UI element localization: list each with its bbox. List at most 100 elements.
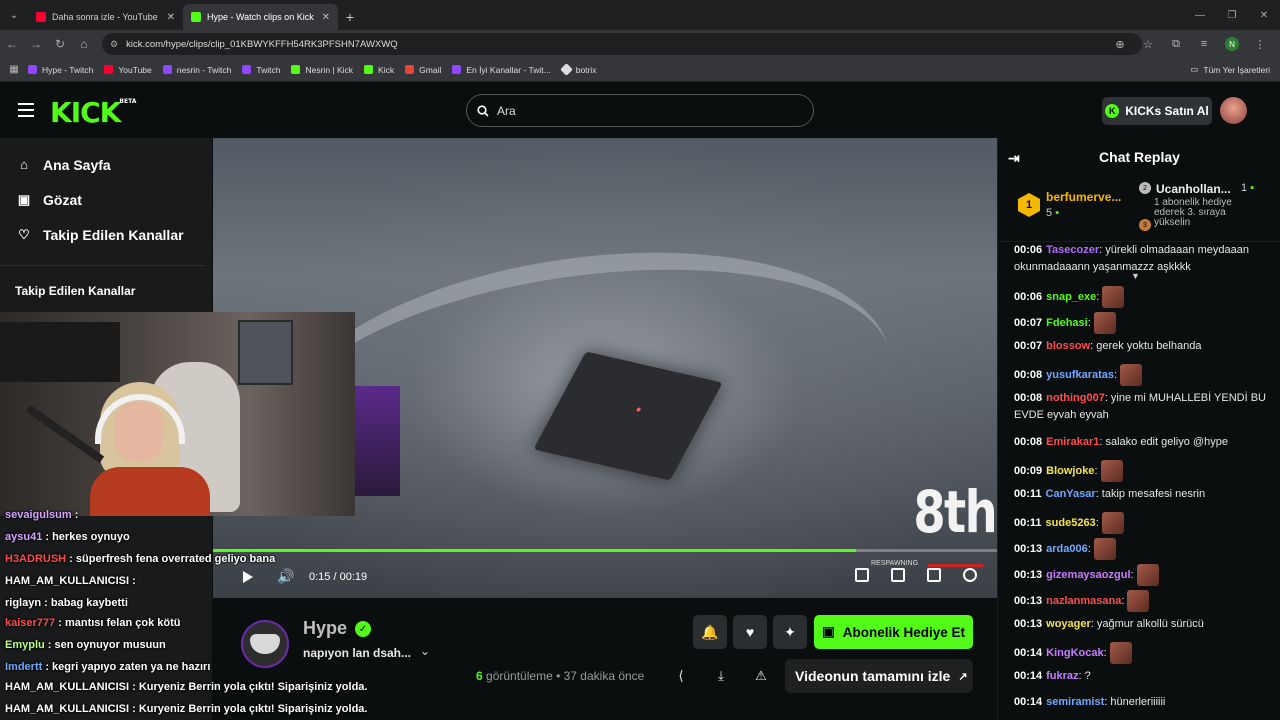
- close-tab-icon[interactable]: ✕: [167, 12, 175, 23]
- chat-username[interactable]: CanYasar: [1046, 488, 1096, 500]
- extensions-icon[interactable]: ⧉: [1164, 32, 1188, 56]
- media-icon[interactable]: ≡: [1192, 32, 1216, 56]
- overlay-chat-line: Emyplu : sen oynuyor musuun: [5, 638, 166, 652]
- chat-username[interactable]: semiramist: [1046, 696, 1104, 708]
- report-icon[interactable]: ⚠: [750, 665, 772, 687]
- tab-search-icon[interactable]: ⌄: [0, 0, 28, 30]
- chat-username[interactable]: sude5263: [1046, 517, 1096, 529]
- close-window-icon[interactable]: ✕: [1248, 0, 1280, 30]
- leader-1-name[interactable]: berfumerve...: [1046, 190, 1121, 204]
- chat-username[interactable]: yusufkaratas: [1046, 369, 1114, 381]
- back-icon[interactable]: ←: [0, 32, 24, 56]
- heart-follow-icon[interactable]: ♥: [733, 615, 767, 649]
- settings-icon[interactable]: [963, 568, 977, 582]
- chat-message: 00:14 fukraz: ?: [1014, 668, 1266, 685]
- rank-3-badge-icon: 3: [1139, 219, 1151, 231]
- chat-username[interactable]: gizemaysaozgul: [1046, 569, 1130, 581]
- kicks-coin-icon: K: [1105, 104, 1120, 118]
- search-input[interactable]: [497, 103, 652, 118]
- zoom-icon[interactable]: ⊕: [1108, 32, 1132, 56]
- home-browser-icon[interactable]: ⌂: [72, 32, 96, 56]
- chat-text: : ?: [1078, 670, 1091, 682]
- watch-full-video-button[interactable]: Videonun tamamını izle ↗: [785, 659, 973, 693]
- bookmark-item[interactable]: Gmail: [405, 65, 441, 75]
- all-bookmarks[interactable]: ▭ Tüm Yer İşaretleri: [1190, 64, 1270, 75]
- pip-icon[interactable]: [855, 568, 869, 582]
- overlay-chat-text: :: [129, 575, 136, 587]
- chat-message: 00:07 blossow: gerek yoktu belhanda: [1014, 338, 1266, 355]
- buy-kicks-button[interactable]: K KICKs Satın Al: [1102, 97, 1212, 125]
- chat-timestamp: 00:08: [1014, 392, 1043, 404]
- chat-username[interactable]: snap_exe: [1046, 291, 1096, 303]
- bookmark-item[interactable]: Twitch: [242, 65, 280, 75]
- theater-mode-icon[interactable]: [891, 568, 905, 582]
- clip-title: napıyon lan dsah...: [303, 646, 412, 660]
- buy-kicks-label: KICKs Satın Al: [1125, 104, 1209, 118]
- nav-following[interactable]: ♡ Takip Edilen Kanallar: [0, 217, 212, 252]
- collapse-chat-icon[interactable]: ⇥: [1008, 150, 1024, 167]
- chat-username[interactable]: arda006: [1046, 543, 1088, 555]
- bookmark-item[interactable]: YouTube: [104, 65, 152, 75]
- share-icon[interactable]: ⟨: [670, 665, 692, 687]
- bookmark-star-icon[interactable]: ☆: [1136, 32, 1160, 56]
- nav-home[interactable]: ⌂ Ana Sayfa: [0, 147, 212, 182]
- bookmark-item[interactable]: Hype - Twitch: [28, 65, 93, 75]
- tab-kick[interactable]: Hype - Watch clips on Kick ✕: [183, 4, 338, 30]
- profile-avatar[interactable]: N: [1225, 37, 1239, 51]
- maximize-icon[interactable]: ❐: [1216, 0, 1248, 30]
- overlay-chat-user: HAM_AM_KULLANICISI: [5, 681, 130, 693]
- forward-icon[interactable]: →: [24, 32, 48, 56]
- minimize-icon[interactable]: —: [1184, 0, 1216, 30]
- chat-timestamp: 00:08: [1014, 368, 1043, 381]
- chat-username[interactable]: nazlanmasana: [1046, 595, 1121, 607]
- bookmark-item[interactable]: En İyi Kanallar - Twit...: [452, 65, 551, 75]
- search-bar[interactable]: [466, 94, 814, 127]
- chat-username[interactable]: nothing007: [1046, 392, 1105, 404]
- gift-subscription-button[interactable]: ▣ Abonelik Hediye Et: [814, 615, 973, 649]
- leader-2-name[interactable]: Ucanhollan...: [1156, 182, 1231, 196]
- channel-avatar[interactable]: [241, 620, 289, 668]
- nav-browse[interactable]: ▣ Gözat: [0, 182, 212, 217]
- site-info-icon[interactable]: ⚙: [110, 39, 118, 50]
- bookmark-item[interactable]: Nesrin | Kick: [291, 65, 353, 75]
- hamburger-menu-icon[interactable]: [18, 103, 34, 117]
- new-tab-icon[interactable]: +: [338, 4, 362, 30]
- bookmark-item[interactable]: nesrin - Twitch: [162, 65, 231, 75]
- chat-username[interactable]: Emirakar1: [1046, 436, 1099, 448]
- gift-icon: ▣: [821, 624, 835, 639]
- close-tab-icon[interactable]: ✕: [322, 12, 330, 23]
- bell-icon[interactable]: 🔔: [693, 615, 727, 649]
- bookmark-item[interactable]: Kick: [364, 65, 394, 75]
- chat-username[interactable]: KingKocak: [1046, 647, 1103, 659]
- chat-text: :: [1121, 594, 1125, 607]
- channel-name[interactable]: Hype: [303, 618, 347, 639]
- overlay-chat-user: riglayn: [5, 597, 42, 609]
- chat-username[interactable]: woyager: [1046, 618, 1091, 630]
- url-field[interactable]: ⚙ kick.com/hype/clips/clip_01KBWYKFFH54R…: [102, 33, 1142, 55]
- tab-youtube[interactable]: Daha sonra izle - YouTube ✕: [28, 4, 183, 30]
- bookmark-item[interactable]: botrix: [559, 63, 597, 76]
- chat-username[interactable]: blossow: [1046, 340, 1090, 352]
- chevron-down-icon[interactable]: ⌄: [420, 644, 430, 658]
- webcam-background: [0, 322, 120, 382]
- all-bookmarks-label: Tüm Yer İşaretleri: [1203, 64, 1270, 75]
- sparkle-icon[interactable]: ✦: [773, 615, 807, 649]
- gift-sub-label: Abonelik Hediye Et: [842, 624, 966, 640]
- chat-text: : hünerleriiiiii: [1104, 696, 1166, 708]
- apps-grid-icon[interactable]: ▦: [0, 64, 28, 75]
- reload-icon[interactable]: ↻: [48, 32, 72, 56]
- kick-logo[interactable]: KICK BETA: [50, 96, 136, 129]
- menu-dots-icon[interactable]: ⋮: [1248, 32, 1272, 56]
- fullscreen-icon[interactable]: [927, 568, 941, 582]
- overlay-chat-user: aysu41: [5, 531, 43, 543]
- chat-username[interactable]: Tasecozer: [1046, 244, 1099, 256]
- chat-text: : takip mesafesi nesrin: [1095, 488, 1206, 500]
- chat-username[interactable]: Blowjoke: [1046, 465, 1094, 477]
- download-icon[interactable]: ⤓: [710, 665, 732, 687]
- chat-timestamp: 00:14: [1014, 646, 1043, 659]
- chat-username[interactable]: Fdehasi: [1046, 317, 1088, 329]
- chat-username[interactable]: fukraz: [1046, 670, 1078, 682]
- chat-message: 00:13 gizemaysaozgul:: [1014, 564, 1266, 586]
- overlay-chat-user: HAM_AM_KULLANICISI: [5, 575, 130, 587]
- user-avatar[interactable]: [1220, 97, 1247, 124]
